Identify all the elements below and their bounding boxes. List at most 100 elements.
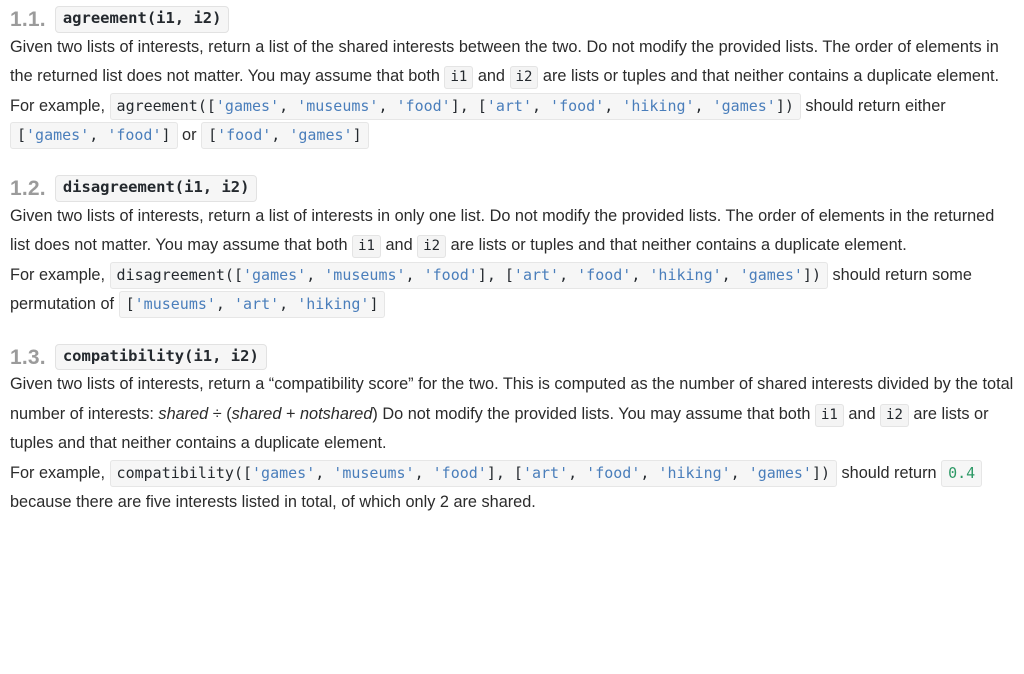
call-prefix: disagreement([ — [116, 265, 243, 284]
comma: , — [89, 126, 108, 145]
call-arg: 'hiking' — [622, 96, 695, 115]
return-value-number: 0.4 — [948, 463, 976, 482]
call-arg: 'hiking' — [658, 463, 731, 482]
example-tail-1: should return either — [800, 96, 946, 115]
comma: , — [271, 126, 290, 145]
call-arg: 'art' — [522, 463, 569, 482]
call-suffix: ]) — [811, 463, 831, 482]
call-suffix: ]) — [775, 96, 794, 115]
call-arg: 'games' — [215, 96, 280, 115]
comma: , — [306, 265, 325, 284]
comma: , — [414, 463, 433, 482]
document-page: 1.1. agreement(i1, i2) Given two lists o… — [0, 0, 1024, 518]
formula-divide: ÷ ( — [208, 404, 232, 423]
inline-code-i2: i2 — [417, 235, 447, 259]
call-arg: 'games' — [252, 463, 316, 482]
call-arg: 'games' — [712, 96, 776, 115]
desc-text-part-3: are lists or tuples and that neither con… — [538, 67, 1000, 86]
section-1-3-example: For example, compatibility(['games', 'mu… — [10, 459, 1014, 518]
call-mid: ], [ — [450, 96, 487, 115]
formula-shared-denominator: shared — [231, 404, 282, 423]
inline-code-i1: i1 — [352, 235, 381, 259]
section-heading-1-3: 1.3. compatibility(i1, i2) — [10, 320, 1014, 371]
result-item: 'food' — [107, 126, 162, 145]
example-lead: For example, — [10, 265, 110, 284]
comma: , — [405, 265, 424, 284]
result-item: 'food' — [217, 126, 272, 145]
call-arg: 'games' — [748, 463, 812, 482]
comma: , — [721, 265, 740, 284]
section-1-2-description: Given two lists of interests, return a l… — [10, 202, 1014, 261]
call-arg: 'hiking' — [649, 265, 722, 284]
section-1-1-description: Given two lists of interests, return a l… — [10, 33, 1014, 92]
example-result-a: ['museums', 'art', 'hiking'] — [118, 291, 386, 319]
section-number: 1.2. — [10, 176, 46, 200]
call-arg: 'food' — [550, 96, 605, 115]
example-call-expression: disagreement(['games', 'museums', 'food'… — [109, 261, 828, 289]
bracket-open: [ — [208, 126, 218, 145]
result-item: 'games' — [26, 126, 90, 145]
comma: , — [640, 463, 659, 482]
bracket-close: ] — [161, 126, 171, 145]
desc-text-part-2: and — [473, 67, 510, 86]
bracket-open: [ — [17, 126, 27, 145]
result-item: 'games' — [289, 126, 353, 145]
comma: , — [315, 463, 334, 482]
formula-shared-numerator: shared — [158, 404, 209, 423]
call-arg: 'food' — [432, 463, 487, 482]
function-signature: disagreement(i1, i2) — [54, 174, 258, 202]
comma: , — [604, 96, 623, 115]
example-tail-2: or — [177, 126, 202, 145]
section-heading-1-1: 1.1. agreement(i1, i2) — [10, 0, 1014, 33]
comma: , — [631, 265, 650, 284]
section-number: 1.1. — [10, 7, 46, 31]
section-1-2-example: For example, disagreement(['games', 'mus… — [10, 261, 1014, 320]
function-signature: agreement(i1, i2) — [54, 6, 230, 33]
call-arg: 'games' — [739, 265, 803, 284]
bracket-close: ] — [352, 126, 362, 145]
comma: , — [378, 96, 397, 115]
formula-notshared: notshared — [299, 404, 373, 423]
section-heading-1-2: 1.2. disagreement(i1, i2) — [10, 151, 1014, 202]
call-arg: 'games' — [242, 265, 307, 284]
example-call-expression: compatibility(['games', 'museums', 'food… — [109, 459, 838, 487]
comma: , — [694, 96, 713, 115]
call-arg: 'food' — [396, 96, 451, 115]
bracket-open: [ — [125, 295, 135, 314]
call-arg: 'museums' — [297, 96, 379, 115]
inline-code-i1: i1 — [444, 66, 474, 90]
bracket-close: ] — [369, 295, 379, 314]
function-signature: compatibility(i1, i2) — [54, 343, 267, 371]
call-arg: 'food' — [577, 265, 632, 284]
comma: , — [559, 265, 578, 284]
result-item: 'hiking' — [297, 295, 370, 314]
formula-close: ) Do not modify the provided lists. You … — [372, 404, 815, 423]
call-arg: 'food' — [423, 265, 478, 284]
call-arg: 'food' — [586, 463, 641, 482]
formula-plus: + — [281, 404, 300, 423]
section-1-3-description: Given two lists of interests, return a “… — [10, 370, 1014, 459]
call-prefix: compatibility([ — [116, 463, 253, 482]
call-mid: ], [ — [477, 265, 514, 284]
desc-text-part-2: and — [843, 404, 881, 423]
comma: , — [215, 295, 234, 314]
comma: , — [531, 96, 551, 115]
call-prefix: agreement([ — [116, 96, 216, 115]
example-return-value: 0.4 — [941, 459, 983, 487]
result-item: 'museums' — [134, 295, 216, 314]
call-arg: 'museums' — [333, 463, 415, 482]
example-tail-2: because there are five interests listed … — [10, 493, 536, 512]
call-arg: 'art' — [513, 265, 560, 284]
call-arg: 'art' — [486, 96, 532, 115]
example-lead: For example, — [10, 96, 110, 115]
call-suffix: ]) — [802, 265, 821, 284]
example-result-a: ['games', 'food'] — [10, 122, 178, 150]
comma: , — [568, 463, 587, 482]
desc-text-part-3: are lists or tuples and that neither con… — [446, 236, 907, 255]
call-arg: 'museums' — [324, 265, 406, 284]
comma: , — [279, 295, 298, 314]
section-number: 1.3. — [10, 345, 46, 369]
result-item: 'art' — [233, 295, 280, 314]
inline-code-i2: i2 — [880, 403, 909, 427]
inline-code-i2: i2 — [509, 66, 539, 90]
